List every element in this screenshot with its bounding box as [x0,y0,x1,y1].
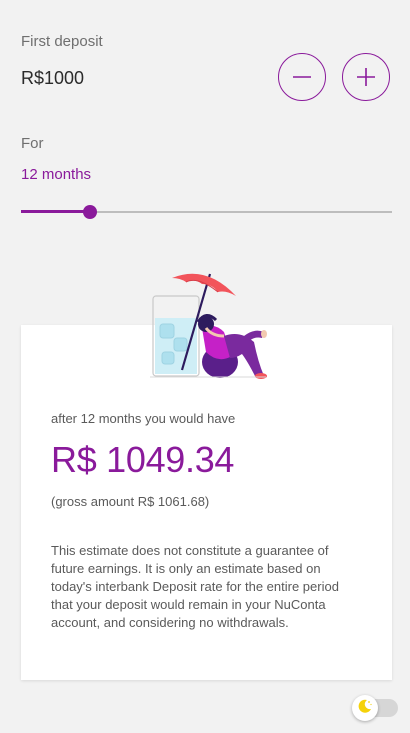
investment-simulator-page: First deposit R$1000 For 12 months after… [0,0,410,733]
result-intro-text: after 12 months you would have [51,411,236,426]
months-slider[interactable] [21,202,392,222]
toggle-knob[interactable] [352,695,378,721]
gross-amount-text: (gross amount R$ 1061.68) [51,494,210,509]
period-value: 12 months [21,166,92,183]
disclaimer-text: This estimate does not constitute a guar… [51,543,339,630]
result-amount: R$ 1049.34 [51,439,235,480]
slider-thumb[interactable] [83,205,97,219]
slider-fill [21,210,90,213]
person-relaxing-under-umbrella-illustration [140,266,270,382]
increase-deposit-button[interactable] [342,53,390,101]
dark-mode-toggle[interactable] [352,695,398,721]
plus-icon [356,67,376,87]
decrease-deposit-button[interactable] [278,53,326,101]
first-deposit-value: R$1000 [21,68,85,88]
moon-icon [357,698,373,719]
period-label: For [21,135,44,152]
minus-icon [292,67,312,87]
first-deposit-label: First deposit [21,33,103,50]
